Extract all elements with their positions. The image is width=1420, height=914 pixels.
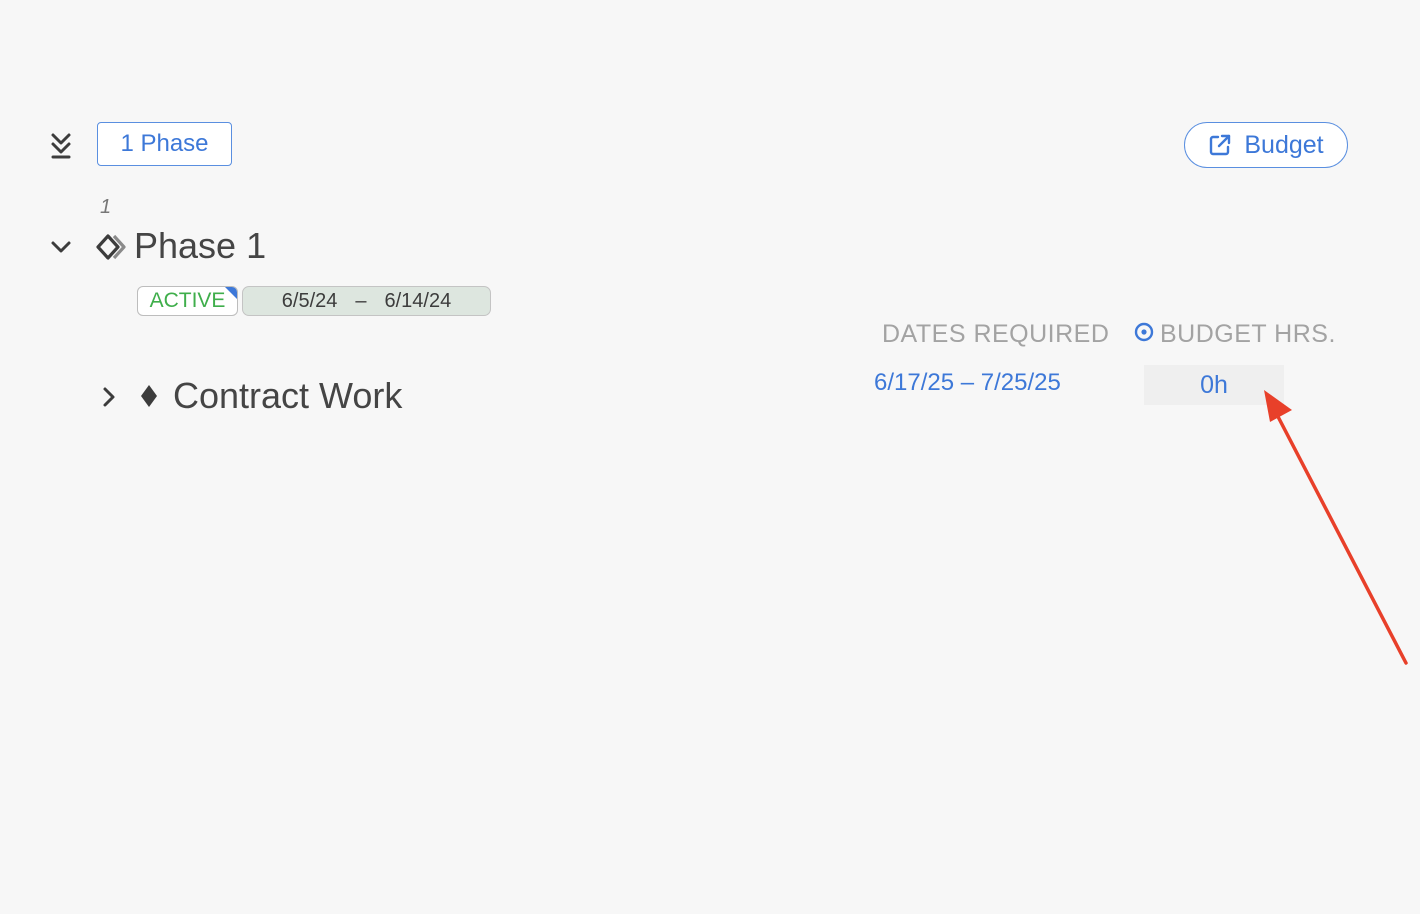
collapse-all-icon[interactable] bbox=[48, 130, 74, 162]
target-icon bbox=[1134, 320, 1154, 349]
phase-title: Phase 1 bbox=[134, 225, 267, 266]
budget-button[interactable]: Budget bbox=[1184, 122, 1348, 168]
work-category-title: Contract Work bbox=[173, 375, 403, 416]
budget-hours-value: 0h bbox=[1200, 370, 1228, 399]
budget-hours-header-label: BUDGET HRS. bbox=[1160, 320, 1336, 348]
annotation-arrow-icon bbox=[1250, 380, 1420, 680]
budget-label: Budget bbox=[1244, 130, 1324, 159]
diamond-icon bbox=[138, 383, 160, 409]
phase-number: 1 bbox=[100, 196, 112, 218]
phase-diamond-icon bbox=[96, 233, 126, 261]
phase-count-button[interactable]: 1 Phase bbox=[97, 122, 232, 166]
status-label: ACTIVE bbox=[149, 289, 226, 312]
external-link-icon bbox=[1208, 133, 1232, 157]
status-badge[interactable]: ACTIVE bbox=[137, 286, 238, 316]
dates-required-value[interactable]: 6/17/25 – 7/25/25 bbox=[874, 366, 1061, 400]
phase-end-date: 6/14/24 bbox=[384, 289, 452, 312]
chevron-right-icon[interactable] bbox=[96, 384, 122, 410]
chevron-down-icon[interactable] bbox=[48, 234, 74, 260]
status-corner-marker bbox=[225, 287, 237, 299]
phase-date-range[interactable]: 6/5/24 – 6/14/24 bbox=[242, 286, 491, 316]
dates-required-header: DATES REQUIRED bbox=[882, 320, 1110, 348]
phase-start-date: 6/5/24 bbox=[281, 289, 338, 312]
phase-count-label: 1 Phase bbox=[120, 130, 209, 157]
date-separator: – bbox=[355, 289, 367, 312]
budget-hours-header[interactable]: BUDGET HRS. bbox=[1134, 320, 1336, 349]
